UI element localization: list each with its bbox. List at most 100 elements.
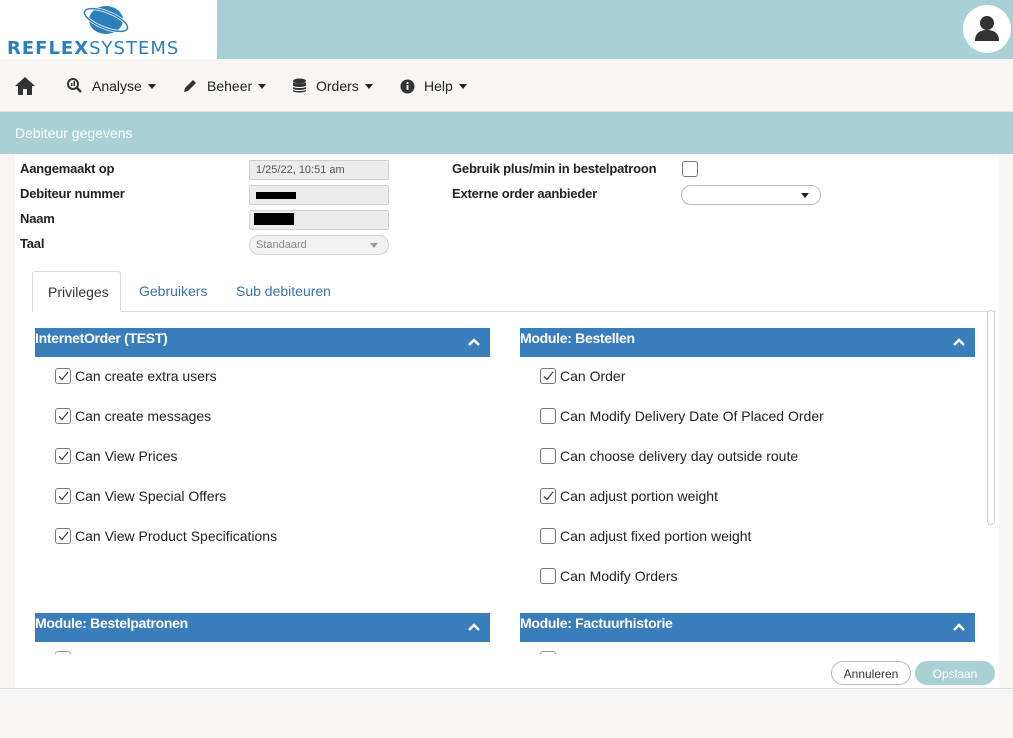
nav-help[interactable]: Help — [400, 76, 467, 96]
footer — [0, 689, 1013, 738]
caret-down-icon — [801, 193, 809, 198]
plusmin-checkbox[interactable] — [682, 161, 698, 177]
section-title: Module: Bestellen — [520, 330, 635, 346]
language-label: Taal — [20, 236, 45, 251]
logo[interactable]: REFLEXSYSTEMS — [0, 0, 217, 59]
chevron-up-icon[interactable] — [952, 622, 966, 632]
checkmark-icon — [58, 451, 69, 461]
section-bestelpatronen-header[interactable]: Module: Bestelpatronen — [35, 613, 490, 642]
permission-item[interactable]: Can Modify Delivery Date Of Placed Order — [540, 407, 824, 425]
permission-label: Can Modify Delivery Date Of Placed Order — [560, 408, 824, 424]
checkmark-icon — [543, 371, 554, 381]
checkmark-icon — [543, 491, 554, 501]
permission-label: Can View Prices — [75, 448, 178, 464]
tab-sub-debiteuren[interactable]: Sub debiteuren — [221, 271, 346, 312]
debtor-number-label: Debiteur nummer — [20, 186, 125, 201]
section-title: Module: Factuurhistorie — [520, 615, 673, 631]
redacted-block — [256, 192, 296, 199]
permission-label: Can create extra users — [75, 368, 217, 384]
scrollbar[interactable] — [987, 310, 995, 525]
nav-beheer[interactable]: Beheer — [182, 76, 267, 96]
globe-logo-icon — [82, 6, 130, 34]
content-panel: Aangemaakt op 1/25/22, 10:51 am Debiteur… — [15, 154, 999, 688]
nav-help-label: Help — [424, 78, 453, 94]
permission-item[interactable]: Can View Prices — [55, 447, 177, 465]
permission-label: Can Modify Orders — [560, 568, 678, 584]
section-factuurhistorie-header[interactable]: Module: Factuurhistorie — [520, 613, 975, 642]
app-header: REFLEXSYSTEMS — [0, 0, 1013, 59]
permission-item[interactable]: Can adjust fixed portion weight — [540, 527, 751, 545]
permission-item[interactable]: Can choose delivery day outside route — [540, 447, 798, 465]
nav-beheer-label: Beheer — [207, 78, 253, 94]
checkbox[interactable] — [540, 488, 556, 504]
pencil-icon — [184, 80, 196, 92]
database-icon — [292, 78, 307, 93]
checkbox[interactable] — [55, 528, 71, 544]
external-order-select[interactable] — [681, 185, 821, 205]
permission-label: Can choose delivery day outside route — [560, 448, 799, 464]
nav-analyse[interactable]: Analyse — [67, 76, 156, 96]
checkbox[interactable] — [55, 408, 71, 424]
name-label: Naam — [20, 211, 55, 226]
tab-gebruikers[interactable]: Gebruikers — [124, 271, 222, 312]
checkmark-icon — [58, 411, 69, 421]
cancel-button[interactable]: Annuleren — [831, 661, 911, 685]
permission-label: Can adjust fixed portion weight — [560, 528, 752, 544]
info-circle-icon — [400, 79, 415, 93]
user-icon — [975, 16, 999, 41]
checkmark-icon — [58, 531, 69, 541]
plusmin-label: Gebruik plus/min in bestelpatroon — [452, 161, 657, 176]
checkmark-icon — [58, 491, 69, 501]
chevron-up-icon[interactable] — [952, 337, 966, 347]
main-nav: Analyse Beheer Orders Help — [0, 59, 1013, 112]
section-title: Module: Bestelpatronen — [35, 615, 188, 631]
brand-name: REFLEXSYSTEMS — [7, 38, 180, 59]
caret-down-icon — [258, 83, 267, 89]
section-internetorder-header[interactable]: InternetOrder (TEST) — [35, 328, 490, 357]
search-chart-icon — [67, 78, 82, 93]
nav-orders[interactable]: Orders — [292, 76, 373, 96]
checkbox[interactable] — [540, 528, 556, 544]
created-label: Aangemaakt op — [20, 161, 115, 176]
permission-label: Can Order — [560, 368, 626, 384]
caret-down-icon — [370, 243, 378, 248]
chevron-up-icon[interactable] — [467, 622, 481, 632]
checkbox[interactable] — [55, 368, 71, 384]
tab-privileges[interactable]: Privileges — [32, 271, 121, 312]
permission-label: Can View Special Offers — [75, 488, 227, 504]
permission-item[interactable]: Can create messages — [55, 407, 211, 425]
permission-item[interactable]: Can View Product Specifications — [55, 527, 277, 545]
caret-down-icon — [458, 83, 467, 89]
checkbox[interactable] — [540, 448, 556, 464]
section-bestellen-header[interactable]: Module: Bestellen — [520, 328, 975, 357]
chevron-up-icon[interactable] — [467, 337, 481, 347]
language-value: Standaard — [256, 239, 307, 251]
nav-analyse-label: Analyse — [92, 78, 142, 94]
permission-item[interactable]: Can View Special Offers — [55, 487, 226, 505]
page-title: Debiteur gegevens — [15, 125, 133, 141]
checkbox[interactable] — [540, 408, 556, 424]
permission-label: Can create messages — [75, 408, 212, 424]
redacted-block — [254, 213, 294, 225]
save-button[interactable]: Opslaan — [915, 661, 995, 685]
external-order-label: Externe order aanbieder — [452, 186, 597, 201]
permission-item[interactable]: Can Order — [540, 367, 625, 385]
user-avatar[interactable] — [963, 5, 1011, 53]
checkbox[interactable] — [55, 488, 71, 504]
language-select[interactable]: Standaard — [249, 235, 389, 255]
home-icon[interactable] — [14, 76, 36, 96]
checkbox[interactable] — [540, 568, 556, 584]
caret-down-icon — [147, 83, 156, 89]
nav-orders-label: Orders — [316, 78, 359, 94]
checkbox[interactable] — [55, 448, 71, 464]
permission-item[interactable]: Can Modify Orders — [540, 567, 677, 585]
created-field: 1/25/22, 10:51 am — [249, 160, 389, 180]
permission-item[interactable]: Can create extra users — [55, 367, 217, 385]
checkbox[interactable] — [540, 368, 556, 384]
caret-down-icon — [364, 83, 373, 89]
permission-label: Can adjust portion weight — [560, 488, 718, 504]
checkbox[interactable] — [55, 651, 71, 654]
section-title: InternetOrder (TEST) — [35, 330, 168, 346]
permission-item[interactable]: Can adjust portion weight — [540, 487, 718, 505]
checkbox[interactable] — [540, 651, 556, 654]
